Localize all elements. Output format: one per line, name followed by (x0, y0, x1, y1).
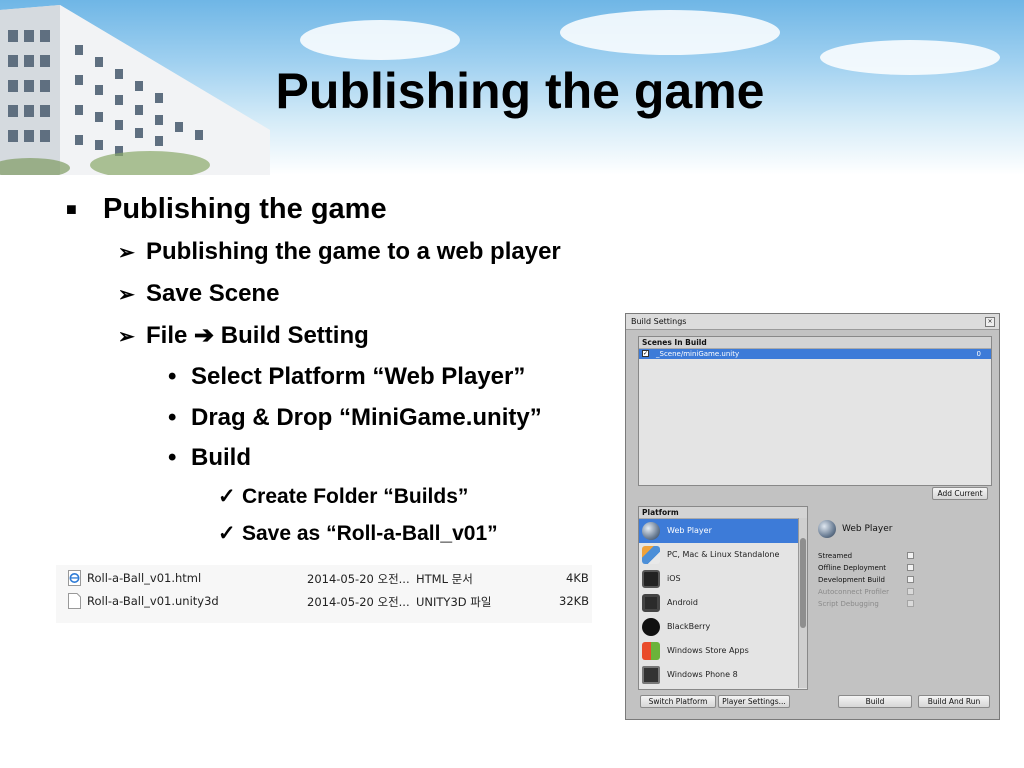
scene-index: 0 (976, 350, 981, 358)
bullet-text: Save as “Roll-a-Ball_v01” (242, 522, 498, 545)
close-icon[interactable]: × (985, 317, 995, 327)
cloud-shape (560, 10, 780, 55)
script-debugging-checkbox (907, 600, 914, 607)
android-icon (642, 594, 660, 612)
file-type: UNITY3D 파일 (416, 595, 492, 609)
arrow-bullet-icon: ➢ (118, 242, 135, 264)
offline-deployment-checkbox[interactable] (907, 564, 914, 571)
option-autoconnect-profiler: Autoconnect Profiler (818, 588, 890, 596)
platform-label: Android (667, 598, 698, 607)
blackberry-icon (642, 618, 660, 636)
file-list: Roll-a-Ball_v01.html 2014-05-20 오전... HT… (56, 565, 592, 623)
dot-bullet-icon: • (168, 404, 177, 431)
bullet-level3: • Drag & Drop “MiniGame.unity” (168, 404, 542, 432)
switch-platform-button[interactable]: Switch Platform (640, 695, 716, 708)
platform-item-web-player[interactable]: Web Player (639, 519, 807, 543)
bullet-level2: ➢ File ➔ Build Setting (118, 321, 369, 350)
scenes-header: Scenes In Build (639, 337, 991, 349)
bullet-text: Select Platform “Web Player” (191, 363, 526, 390)
bullet-text: Create Folder “Builds” (242, 485, 469, 508)
dot-bullet-icon: • (168, 444, 177, 471)
option-offline-deployment: Offline Deployment (818, 564, 887, 572)
html-file-icon (68, 570, 81, 586)
option-script-debugging: Script Debugging (818, 600, 879, 608)
platform-label: Web Player (667, 526, 712, 535)
pc-mac-linux-icon (642, 546, 660, 564)
platform-item-windows-store[interactable]: Windows Store Apps (639, 639, 807, 663)
scrollbar-thumb[interactable] (800, 538, 806, 628)
platform-header: Platform (639, 507, 807, 519)
player-settings-button[interactable]: Player Settings... (718, 695, 790, 708)
scenes-in-build-panel: Scenes In Build ✓ _Scene/miniGame.unity … (638, 336, 992, 486)
bullet-level3: • Select Platform “Web Player” (168, 363, 525, 391)
platform-item-android[interactable]: Android (639, 591, 807, 615)
scene-row[interactable]: ✓ _Scene/miniGame.unity 0 (639, 349, 991, 359)
platform-label: PC, Mac & Linux Standalone (667, 550, 780, 559)
file-row[interactable]: Roll-a-Ball_v01.unity3d 2014-05-20 오전...… (56, 590, 592, 612)
development-build-checkbox[interactable] (907, 576, 914, 583)
check-bullet-icon: ✓ (218, 522, 236, 545)
bullet-text: Drag & Drop “MiniGame.unity” (191, 404, 542, 431)
platform-item-windows-phone[interactable]: Windows Phone 8 (639, 663, 807, 687)
bullet-level4: ✓ Save as “Roll-a-Ball_v01” (218, 521, 498, 546)
bullet-level3: • Build (168, 444, 251, 472)
bullet-level4: ✓ Create Folder “Builds” (218, 484, 468, 509)
bullet-text: Build (191, 444, 251, 471)
platform-item-pc-mac-linux[interactable]: PC, Mac & Linux Standalone (639, 543, 807, 567)
platform-label: BlackBerry (667, 622, 711, 631)
platform-item-ios[interactable]: iOS (639, 567, 807, 591)
file-name: Roll-a-Ball_v01.unity3d (87, 594, 219, 608)
check-bullet-icon: ✓ (218, 485, 236, 508)
blank-file-icon (68, 593, 81, 609)
platform-item-blackberry[interactable]: BlackBerry (639, 615, 807, 639)
bullet-text: Save Scene (146, 280, 280, 307)
bullet-text: Publishing the game to a web player (146, 238, 561, 265)
selected-platform-title: Web Player (842, 524, 893, 534)
bullet-text: File (146, 322, 188, 349)
option-development-build: Development Build (818, 576, 885, 584)
platform-label: Windows Store Apps (667, 646, 749, 655)
bullet-text: Publishing the game (103, 193, 387, 225)
platform-label: Windows Phone 8 (667, 670, 738, 679)
windows-store-icon (642, 642, 660, 660)
file-row[interactable]: Roll-a-Ball_v01.html 2014-05-20 오전... HT… (56, 567, 592, 589)
scene-name: _Scene/miniGame.unity (656, 350, 740, 358)
file-size: 4KB (566, 571, 589, 585)
slide-title: Publishing the game (275, 63, 765, 119)
cloud-shape (300, 20, 460, 60)
platform-scrollbar[interactable] (798, 518, 807, 688)
right-arrow-icon: ➔ (194, 322, 215, 349)
build-and-run-button[interactable]: Build And Run (918, 695, 990, 708)
file-date: 2014-05-20 오전... (307, 572, 410, 586)
window-title: Build Settings (631, 317, 687, 326)
dot-bullet-icon: • (168, 363, 177, 390)
add-current-button[interactable]: Add Current (932, 487, 988, 500)
autoconnect-profiler-checkbox (907, 588, 914, 595)
windows-phone-icon (642, 666, 660, 684)
file-type: HTML 문서 (416, 572, 473, 586)
file-size: 32KB (559, 594, 590, 608)
bullet-level1: ■ Publishing the game (66, 193, 387, 226)
web-player-icon (818, 520, 836, 538)
build-button[interactable]: Build (838, 695, 912, 708)
bullet-level2: ➢ Save Scene (118, 280, 279, 308)
file-date: 2014-05-20 오전... (307, 595, 410, 609)
bullet-level2: ➢ Publishing the game to a web player (118, 238, 561, 266)
streamed-checkbox[interactable] (907, 552, 914, 559)
platform-list: Platform Web Player PC, Mac & Linux Stan… (638, 506, 808, 690)
ios-icon (642, 570, 660, 588)
arrow-bullet-icon: ➢ (118, 326, 135, 348)
web-player-icon (642, 522, 660, 540)
bullet-text: Build Setting (220, 322, 369, 349)
window-titlebar: Build Settings × (626, 314, 999, 330)
file-name: Roll-a-Ball_v01.html (87, 571, 202, 585)
build-settings-window: Build Settings × Scenes In Build ✓ _Scen… (625, 313, 1000, 720)
platform-label: iOS (667, 574, 681, 583)
option-streamed: Streamed (818, 552, 853, 560)
scene-checkbox[interactable]: ✓ (642, 350, 649, 357)
arrow-bullet-icon: ➢ (118, 284, 135, 306)
square-bullet-icon: ■ (66, 199, 77, 219)
